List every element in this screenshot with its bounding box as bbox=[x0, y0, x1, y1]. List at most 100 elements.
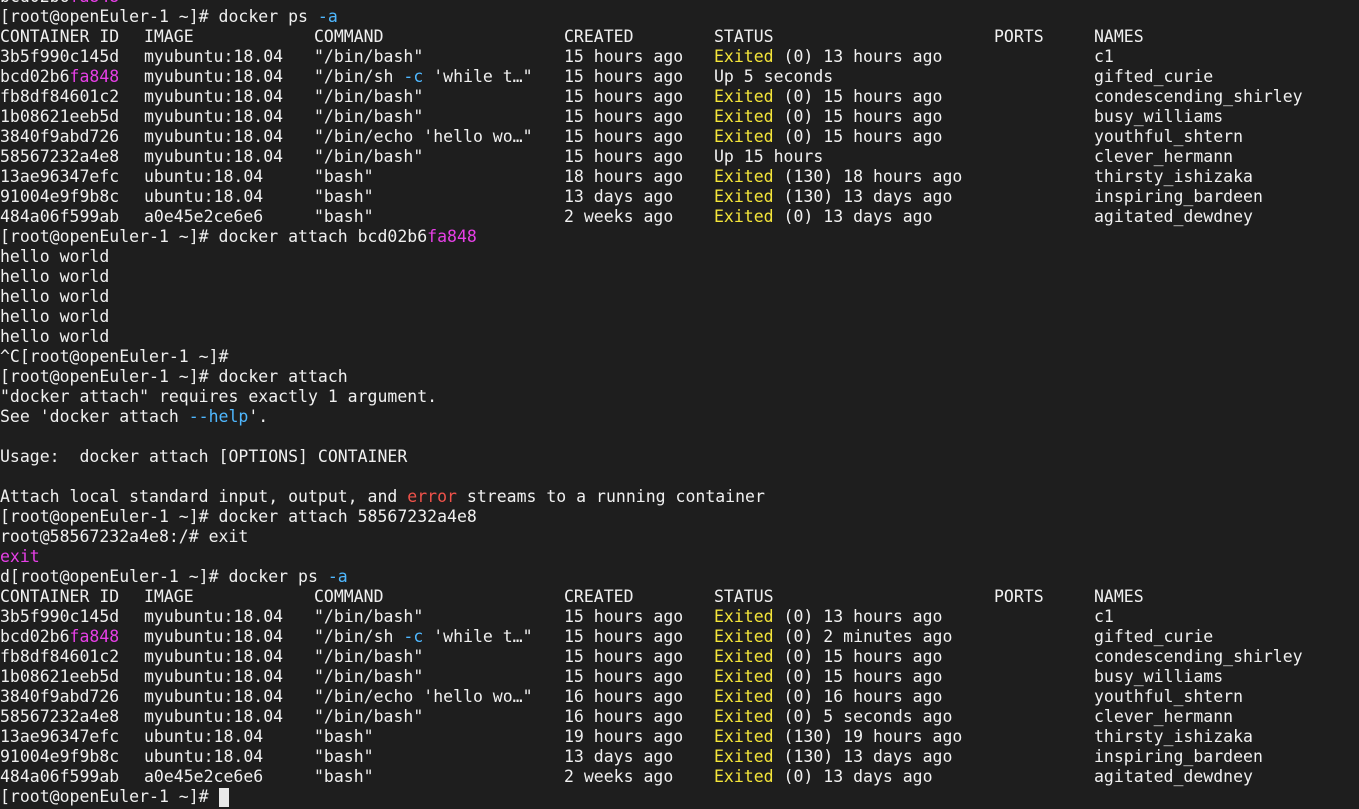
names-cell: busy_williams bbox=[1094, 667, 1224, 686]
status-cell: Exited (0) 15 hours ago bbox=[714, 107, 943, 127]
container-id-text: bcd02b6 bbox=[0, 67, 70, 86]
column-header-names: NAMES bbox=[1094, 587, 1144, 606]
container-id-cell: 1b08621eeb5d bbox=[0, 667, 120, 686]
created-cell: 15 hours ago bbox=[564, 607, 684, 626]
image-cell: myubuntu:18.04 bbox=[144, 127, 284, 146]
status-detail: (0) 15 hours ago bbox=[773, 667, 943, 686]
container-id-cell: 3840f9abd726 bbox=[0, 127, 120, 146]
command-cell: "/bin/sh -c 'while t…" bbox=[314, 67, 533, 87]
command-flag: -a bbox=[317, 7, 338, 26]
image-cell: myubuntu:18.04 bbox=[144, 707, 284, 726]
status-cell: Exited (0) 13 days ago bbox=[714, 767, 933, 787]
command-cell: "/bin/bash" bbox=[314, 667, 424, 686]
current-prompt-line[interactable]: [root@openEuler-1 ~]# bbox=[0, 787, 229, 807]
command-cell: "bash" bbox=[314, 187, 374, 206]
help-flag: --help bbox=[188, 407, 249, 426]
column-header-container-id: CONTAINER ID bbox=[0, 27, 120, 46]
status-exited-word: Exited bbox=[714, 187, 774, 206]
status-cell: Exited (0) 13 hours ago bbox=[714, 607, 943, 627]
column-header-names: NAMES bbox=[1094, 27, 1144, 46]
container-id-highlight: fa848 bbox=[69, 627, 120, 646]
image-cell: ubuntu:18.04 bbox=[144, 187, 264, 206]
created-cell: 19 hours ago bbox=[564, 727, 684, 746]
image-cell: ubuntu:18.04 bbox=[144, 747, 264, 766]
names-cell: inspiring_bardeen bbox=[1094, 747, 1263, 766]
image-cell: ubuntu:18.04 bbox=[144, 727, 264, 746]
created-cell: 15 hours ago bbox=[564, 87, 684, 106]
container-id-cell: bcd02b6fa848 bbox=[0, 627, 119, 647]
command-line-attach-2: [root@openEuler-1 ~]# docker attach bbox=[0, 367, 348, 387]
shell-prompt: [root@openEuler-1 ~]# bbox=[0, 7, 219, 26]
status-detail: (0) 16 hours ago bbox=[773, 687, 943, 706]
created-cell: 15 hours ago bbox=[564, 47, 684, 66]
container-id-cell: 13ae96347efc bbox=[0, 727, 120, 746]
column-header-command: COMMAND bbox=[314, 587, 384, 606]
command-line-attach-1: [root@openEuler-1 ~]# docker attach bcd0… bbox=[0, 227, 477, 247]
names-cell: inspiring_bardeen bbox=[1094, 187, 1263, 206]
terminal-window[interactable]: bcd02b6fa848 [root@openEuler-1 ~]# docke… bbox=[0, 0, 1359, 809]
names-cell: condescending_shirley bbox=[1094, 87, 1303, 106]
status-detail: (0) 15 hours ago bbox=[773, 647, 943, 666]
status-exited-word: Exited bbox=[714, 727, 774, 746]
container-id-cell: 58567232a4e8 bbox=[0, 707, 120, 726]
status-cell: Exited (0) 15 hours ago bbox=[714, 667, 943, 687]
container-id-cell: 91004e9f9b8c bbox=[0, 187, 120, 206]
text-cursor[interactable] bbox=[218, 788, 229, 807]
names-cell: condescending_shirley bbox=[1094, 647, 1303, 666]
status-cell: Exited (0) 15 hours ago bbox=[714, 127, 943, 147]
container-id-cell: 3b5f990c145d bbox=[0, 47, 120, 66]
created-cell: 13 days ago bbox=[564, 747, 674, 766]
status-cell: Exited (0) 15 hours ago bbox=[714, 647, 943, 667]
status-exited-word: Exited bbox=[714, 707, 774, 726]
container-id-cell: bcd02b6fa848 bbox=[0, 67, 119, 87]
status-exited-word: Exited bbox=[714, 647, 774, 666]
usage-line: Usage: docker attach [OPTIONS] CONTAINER bbox=[0, 447, 408, 466]
command-cell: "bash" bbox=[314, 767, 374, 786]
container-id-cell: 3b5f990c145d bbox=[0, 607, 120, 626]
command-flag: -c bbox=[403, 67, 424, 86]
created-cell: 13 days ago bbox=[564, 187, 674, 206]
status-detail: (130) 13 days ago bbox=[773, 747, 953, 766]
image-cell: myubuntu:18.04 bbox=[144, 667, 284, 686]
column-header-ports: PORTS bbox=[994, 27, 1044, 46]
status-cell: Exited (130) 13 days ago bbox=[714, 187, 952, 207]
image-cell: myubuntu:18.04 bbox=[144, 647, 284, 666]
status-detail: (0) 15 hours ago bbox=[773, 107, 943, 126]
status-detail: (0) 13 days ago bbox=[773, 207, 933, 226]
created-cell: 15 hours ago bbox=[564, 147, 684, 166]
image-cell: myubuntu:18.04 bbox=[144, 47, 284, 66]
status-exited-word: Exited bbox=[714, 167, 774, 186]
command-cell: "/bin/echo 'hello wo…" bbox=[314, 687, 533, 706]
status-cell: Exited (0) 13 hours ago bbox=[714, 47, 943, 67]
description-text-end: streams to a running container bbox=[456, 487, 765, 506]
command-text: docker attach bcd02b6 bbox=[218, 227, 428, 246]
created-cell: 2 weeks ago bbox=[564, 207, 674, 226]
created-cell: 15 hours ago bbox=[564, 107, 684, 126]
container-id-cell: 484a06f599ab bbox=[0, 767, 120, 786]
shell-prompt: [root@openEuler-1 ~]# bbox=[0, 227, 219, 246]
description-error-word: error bbox=[407, 487, 457, 506]
output-hello-3: hello world bbox=[0, 287, 110, 306]
names-cell: gifted_curie bbox=[1094, 67, 1214, 86]
status-cell: Exited (0) 16 hours ago bbox=[714, 687, 943, 707]
image-cell: myubuntu:18.04 bbox=[144, 67, 284, 86]
created-cell: 16 hours ago bbox=[564, 707, 684, 726]
status-exited-word: Exited bbox=[714, 687, 774, 706]
created-cell: 15 hours ago bbox=[564, 647, 684, 666]
container-id-highlight: fa848 bbox=[69, 67, 120, 86]
image-cell: myubuntu:18.04 bbox=[144, 607, 284, 626]
image-cell: myubuntu:18.04 bbox=[144, 87, 284, 106]
command-text: docker attach bbox=[218, 367, 348, 386]
status-detail: (130) 19 hours ago bbox=[773, 727, 963, 746]
shell-prompt: d[root@openEuler-1 ~]# bbox=[0, 567, 229, 586]
names-cell: clever_hermann bbox=[1094, 707, 1234, 726]
command-cell: "/bin/echo 'hello wo…" bbox=[314, 127, 533, 146]
command-line-ps-2: d[root@openEuler-1 ~]# docker ps -a bbox=[0, 567, 348, 587]
partial-id-highlight: fa848 bbox=[70, 0, 120, 6]
partial-id-text: bcd02b6 bbox=[0, 0, 70, 6]
container-id-text: bcd02b6 bbox=[0, 627, 70, 646]
created-cell: 18 hours ago bbox=[564, 167, 684, 186]
command-cell: "/bin/bash" bbox=[314, 107, 424, 126]
created-cell: 2 weeks ago bbox=[564, 767, 674, 786]
status-exited-word: Exited bbox=[714, 767, 774, 786]
